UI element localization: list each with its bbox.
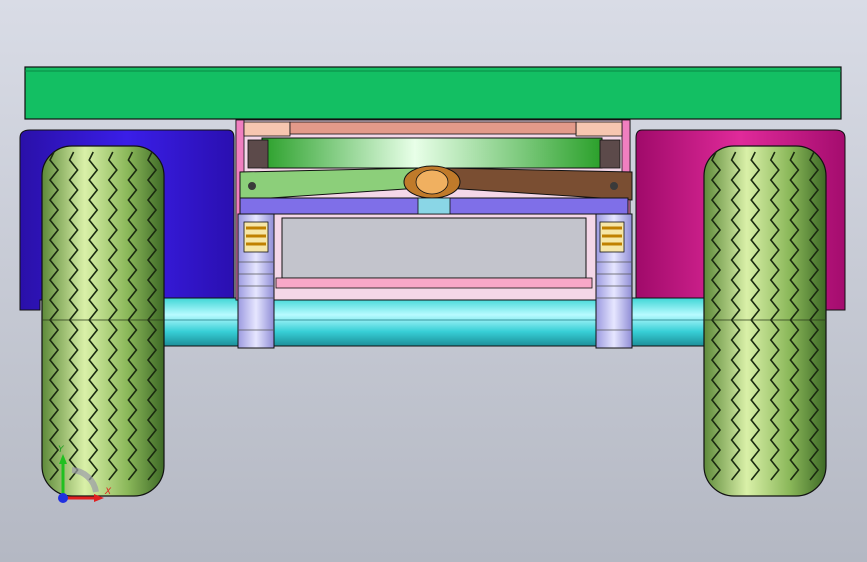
- trailer-deck[interactable]: [24, 66, 842, 120]
- triad-z-axis: [58, 493, 68, 503]
- drum-bracket-right: [599, 139, 621, 169]
- cad-graphics-viewport[interactable]: X Y: [0, 0, 867, 562]
- frame-inner-opening: [281, 217, 587, 279]
- trailer-axle-assembly-view[interactable]: X Y: [0, 0, 867, 562]
- right-tire[interactable]: [703, 145, 827, 497]
- triad-x-label: X: [104, 487, 112, 497]
- axle-tube[interactable]: [149, 297, 721, 347]
- mount-pad-left: [243, 121, 291, 137]
- brake-drum[interactable]: [261, 137, 603, 169]
- spring-eye-right: [610, 182, 618, 190]
- spring-eye-left: [248, 182, 256, 190]
- left-tire[interactable]: [41, 145, 165, 497]
- center-bushing-inner: [415, 169, 449, 195]
- lower-frame-bar: [275, 277, 593, 289]
- mount-pad-right: [575, 121, 623, 137]
- drum-bracket-left: [247, 139, 269, 169]
- upper-crossbar: [289, 121, 577, 135]
- crossmember-center-block: [417, 197, 451, 215]
